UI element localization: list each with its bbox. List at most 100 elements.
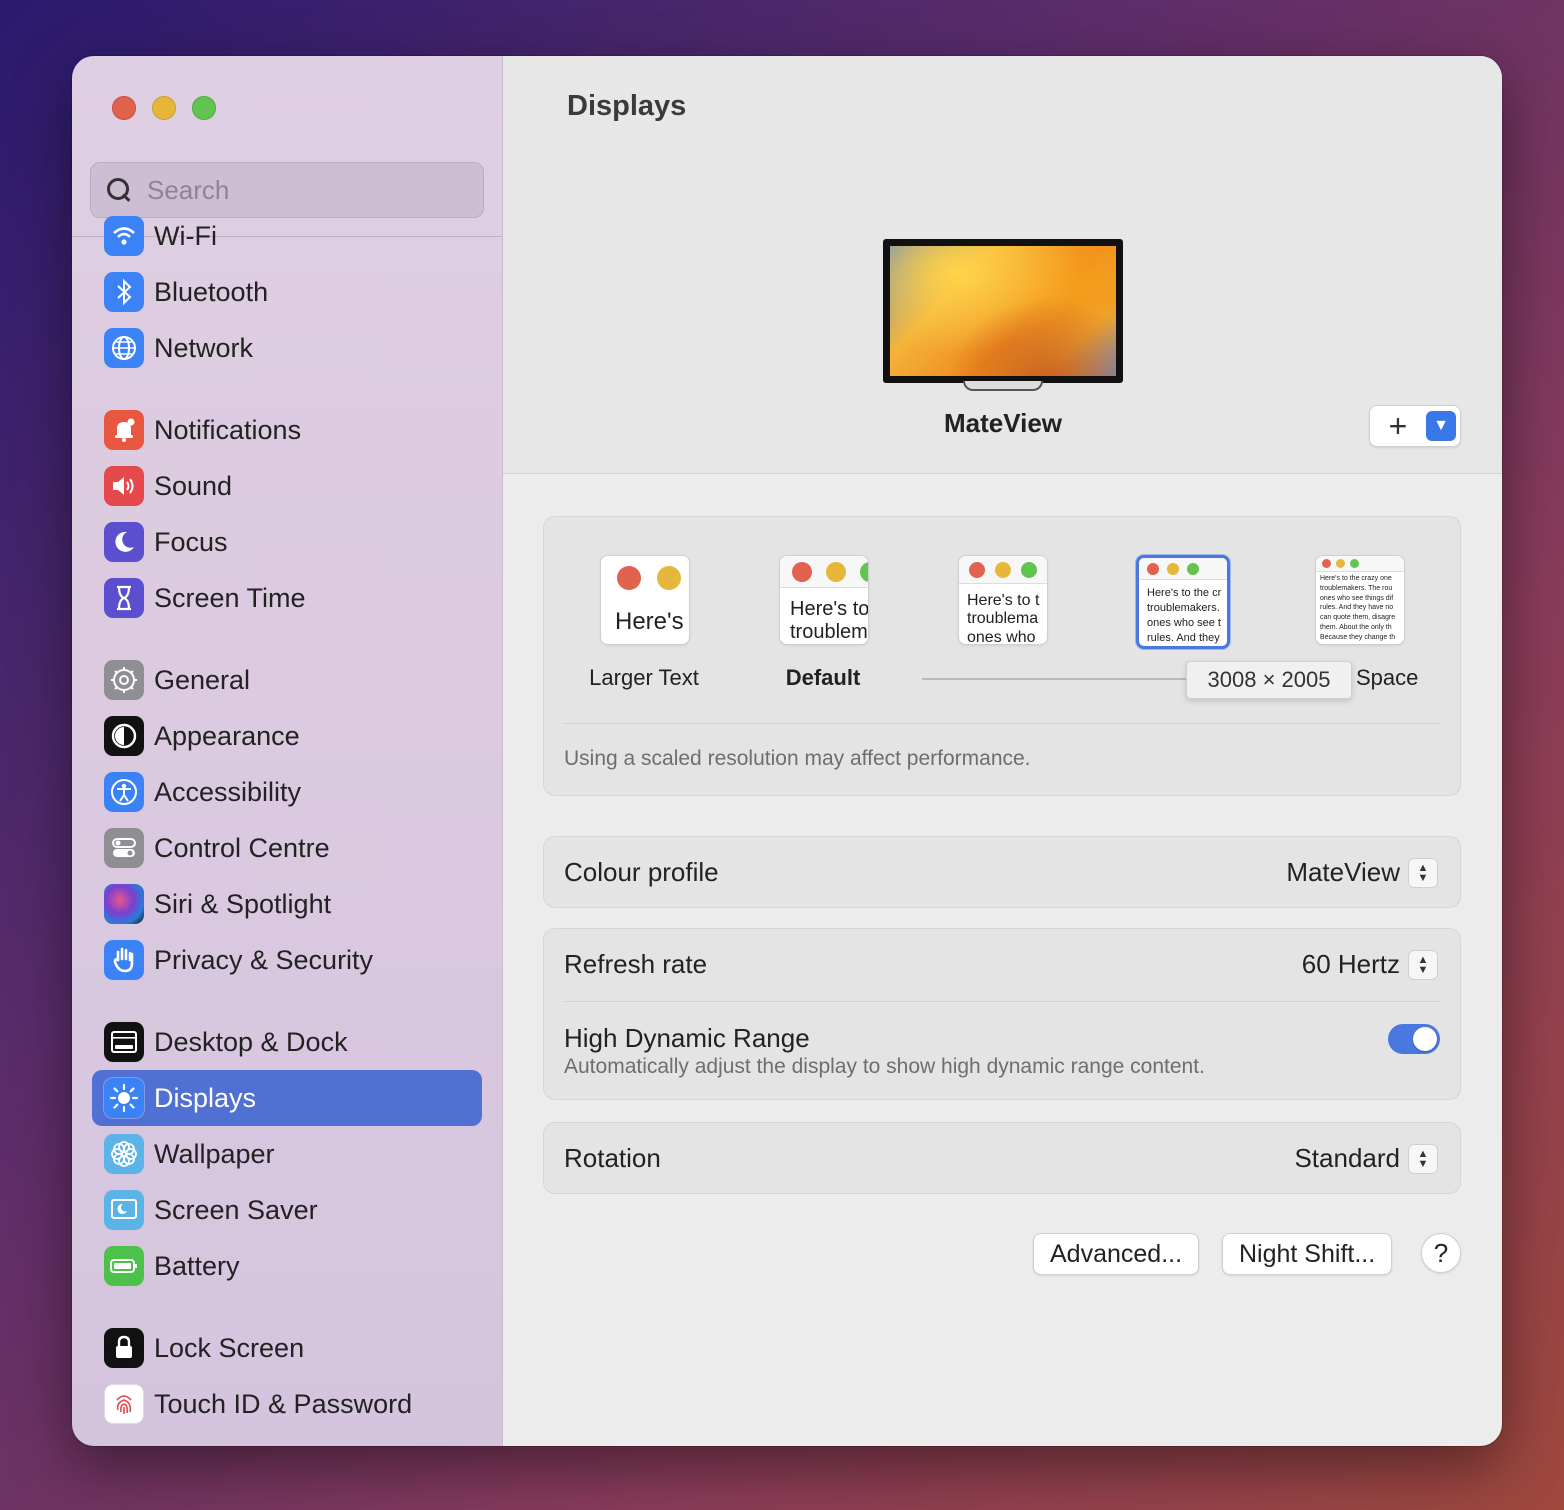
hdr-label: High Dynamic Range [564,1023,810,1053]
bluetooth-icon [104,272,144,312]
resolution-option-4-selected[interactable]: Here's to the cr troublemakers. ones who… [1136,555,1230,649]
sidebar-item-label: Screen Saver [154,1194,318,1225]
display-header: Displays MateView + ▼ [503,56,1502,474]
dock-icon [104,1022,144,1062]
colour-profile-row: Colour profile MateView ▲ ▼ [543,836,1461,908]
control-centre-icon [104,828,144,868]
rotation-label: Rotation [564,1143,661,1173]
sidebar-item-network[interactable]: Network [92,320,482,376]
refresh-rate-value: 60 Hertz [1301,949,1400,979]
colour-profile-value: MateView [1286,857,1400,887]
rotation-value: Standard [1294,1143,1400,1173]
sidebar-item-touch-id[interactable]: Touch ID & Password [92,1376,482,1432]
resolution-label: Space [1356,665,1419,690]
preview-text: Here's [615,608,684,635]
sidebar-item-label: Screen Time [154,582,306,613]
refresh-rate-label: Refresh rate [564,949,708,979]
sidebar-item-label: Wi-Fi [154,220,217,251]
rotation-row: Rotation Standard ▲ ▼ [543,1122,1461,1194]
main-pane: Displays MateView + ▼ Here's Larger Text [503,56,1502,1446]
siri-icon [104,884,144,924]
zoom-button[interactable] [192,96,216,120]
sidebar-item-label: Focus [154,526,228,557]
updown-chevron-icon: ▲ ▼ [1408,857,1438,888]
sidebar-item-screen-time[interactable]: Screen Time [92,570,482,626]
sidebar-item-notifications[interactable]: Notifications [92,402,482,458]
sidebar-item-label: Displays [154,1082,257,1113]
plus-icon[interactable]: + [1370,407,1426,445]
resolution-option-default[interactable]: Here's to troublem [779,555,871,647]
divider [564,723,1440,724]
night-shift-button[interactable]: Night Shift... [1222,1233,1393,1275]
resolution-slider-track [922,678,1192,680]
search-input[interactable] [147,174,447,206]
advanced-button[interactable]: Advanced... [1033,1233,1200,1275]
sidebar-item-siri-spotlight[interactable]: Siri & Spotlight [92,876,482,932]
sidebar-item-label: Privacy & Security [154,944,374,975]
sidebar-item-label: Lock Screen [154,1332,305,1363]
bell-icon [104,410,144,450]
colour-profile-label: Colour profile [564,857,719,887]
battery-icon [104,1246,144,1286]
search-icon [105,176,133,204]
sidebar-item-desktop-dock[interactable]: Desktop & Dock [92,1014,482,1070]
monitor-icon[interactable] [883,239,1123,391]
sidebar-item-bluetooth[interactable]: Bluetooth [92,264,482,320]
sidebar-item-sound[interactable]: Sound [92,458,482,514]
resolution-preview[interactable]: Here's to t troublema ones who [958,555,1048,645]
sidebar-item-general[interactable]: General [92,652,482,708]
hourglass-icon [104,578,144,618]
flower-icon [104,1134,144,1174]
resolution-preview[interactable]: Here's [600,555,690,645]
sidebar-item-accessibility[interactable]: Accessibility [92,764,482,820]
lock-icon [104,1328,144,1368]
sidebar-item-label: Bluetooth [154,276,269,307]
sidebar-item-privacy-security[interactable]: Privacy & Security [92,932,482,988]
sidebar-item-label: Siri & Spotlight [154,888,332,919]
speaker-icon [104,466,144,506]
resolution-preview[interactable]: Here's to the cr troublemakers. ones who… [1136,555,1230,649]
sidebar-item-battery[interactable]: Battery [92,1238,482,1294]
sidebar-item-wifi[interactable]: Wi-Fi [92,208,482,264]
divider [564,1001,1440,1002]
resolution-option-3[interactable]: Here's to t troublema ones who [958,555,1050,647]
resolution-preview[interactable]: Here's to troublem [779,555,869,645]
sidebar-item-label: Wallpaper [154,1138,275,1169]
colour-profile-popup[interactable]: MateView ▲ ▼ [1286,857,1438,888]
resolution-tooltip: 3008 × 2005 [1186,661,1352,699]
screen-saver-icon [104,1190,144,1230]
sidebar-item-label: Desktop & Dock [154,1026,348,1057]
rotation-popup[interactable]: Standard ▲ ▼ [1294,1143,1438,1174]
resolution-label: Default [785,665,861,690]
sidebar-item-label: Battery [154,1250,240,1281]
sidebar-item-label: Touch ID & Password [154,1388,413,1419]
chevron-down-icon[interactable]: ▼ [1426,411,1456,441]
refresh-hdr-card: Refresh rate 60 Hertz ▲ ▼ High Dynamic Ra… [543,928,1461,1100]
resolution-preview[interactable]: Here's to the crazy one troublemakers. T… [1315,555,1405,645]
resolution-card: Here's Larger Text Here's to troublem De… [543,516,1461,796]
refresh-rate-popup[interactable]: 60 Hertz ▲ ▼ [1302,949,1438,980]
sidebar-item-appearance[interactable]: Appearance [92,708,482,764]
sidebar-item-wallpaper[interactable]: Wallpaper [92,1126,482,1182]
help-button[interactable]: ? [1421,1233,1461,1273]
sidebar-item-label: Network [154,332,254,363]
close-button[interactable] [112,96,136,120]
add-display-control[interactable]: + ▼ [1369,405,1461,447]
sidebar-item-label: Appearance [154,720,300,751]
hdr-toggle[interactable] [1388,1024,1440,1054]
preview-text: Here's to the crazy one troublemakers. T… [1320,575,1396,641]
sidebar-item-lock-screen[interactable]: Lock Screen [92,1320,482,1376]
sun-icon [104,1078,144,1118]
minimize-button[interactable] [152,96,176,120]
resolution-option-larger-text[interactable]: Here's [600,555,692,647]
sidebar-item-focus[interactable]: Focus [92,514,482,570]
sidebar-item-label: General [154,664,251,695]
sidebar-item-displays[interactable]: Displays [92,1070,482,1126]
display-name: MateView [943,408,1062,438]
sidebar-item-control-centre[interactable]: Control Centre [92,820,482,876]
gear-icon [104,660,144,700]
preview-text: Here's to t troublema ones who [967,592,1040,645]
page-title: Displays [567,90,687,122]
resolution-option-more-space[interactable]: Here's to the crazy one troublemakers. T… [1315,555,1407,647]
sidebar-item-screen-saver[interactable]: Screen Saver [92,1182,482,1238]
